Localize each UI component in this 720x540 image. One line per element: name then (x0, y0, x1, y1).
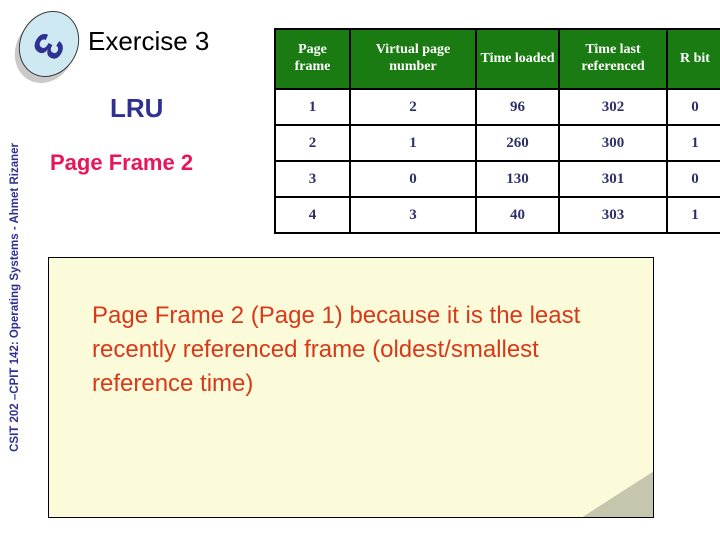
page-frame-table: Page frame Virtual page number Time load… (274, 28, 720, 234)
cell-page-frame: 4 (274, 196, 351, 234)
answer-label: Page Frame 2 (50, 150, 194, 175)
cell-time-loaded: 96 (475, 88, 560, 126)
page-title: Exercise 3 (88, 26, 210, 56)
cell-r-bit: 0 (666, 88, 720, 126)
course-footer-label: CSIT 202 –CPIT 142: Operating Systems - … (9, 143, 21, 452)
cell-time-last-referenced: 302 (558, 88, 668, 126)
cell-page-frame: 2 (274, 124, 351, 162)
slide-number-badge: 3 (3, 0, 92, 94)
table-row: 3 0 130 301 0 (274, 160, 720, 198)
cell-time-loaded: 130 (475, 160, 560, 198)
cell-r-bit: 1 (666, 124, 720, 162)
cell-time-loaded: 260 (475, 124, 560, 162)
column-header-r-bit: R bit (666, 28, 720, 90)
table-row: 2 1 260 300 1 (274, 124, 720, 162)
column-header-time-loaded: Time loaded (475, 28, 560, 90)
table-header-row: Page frame Virtual page number Time load… (274, 28, 720, 90)
cell-virtual-page-number: 1 (349, 124, 477, 162)
table-row: 4 3 40 303 1 (274, 196, 720, 234)
algorithm-label: LRU (110, 93, 164, 123)
explanation-note: Page Frame 2 (Page 1) because it is the … (48, 257, 654, 518)
explanation-text: Page Frame 2 (Page 1) because it is the … (92, 302, 581, 398)
cell-time-last-referenced: 303 (558, 196, 668, 234)
cell-virtual-page-number: 2 (349, 88, 477, 126)
cell-time-last-referenced: 300 (558, 124, 668, 162)
cell-page-frame: 3 (274, 160, 351, 198)
cell-virtual-page-number: 0 (349, 160, 477, 198)
column-header-page-frame: Page frame (274, 28, 351, 90)
cell-virtual-page-number: 3 (349, 196, 477, 234)
cell-r-bit: 0 (666, 160, 720, 198)
course-footer-vertical: CSIT 202 –CPIT 142: Operating Systems - … (2, 92, 28, 452)
cell-page-frame: 1 (274, 88, 351, 126)
column-header-time-last-referenced: Time last referenced (558, 28, 668, 90)
cell-r-bit: 1 (666, 196, 720, 234)
cell-time-loaded: 40 (475, 196, 560, 234)
table-row: 1 2 96 302 0 (274, 88, 720, 126)
column-header-virtual-page-number: Virtual page number (349, 28, 477, 90)
cell-time-last-referenced: 301 (558, 160, 668, 198)
